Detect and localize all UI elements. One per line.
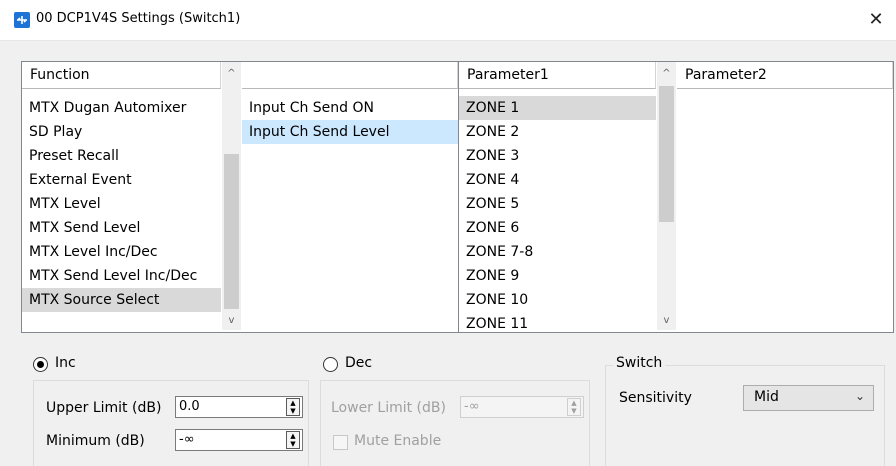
spin-buttons[interactable]: ▲ ▼ <box>567 398 581 416</box>
parameter1-item-selected[interactable]: ZONE 1 <box>459 96 656 120</box>
chevron-down-icon[interactable]: ⌄ <box>855 389 865 403</box>
parameter1-scrollbar[interactable]: ^ v <box>657 62 676 330</box>
sub-item-selected[interactable]: Input Ch Send Level <box>242 120 458 144</box>
parameter1-item[interactable]: ZONE 10 <box>459 288 656 312</box>
switch-group <box>605 365 885 466</box>
spin-buttons[interactable]: ▲ ▼ <box>286 431 300 449</box>
sensitivity-select[interactable]: Mid ⌄ <box>743 385 874 411</box>
dec-radio[interactable] <box>323 357 338 372</box>
upper-limit-value[interactable]: 0.0 <box>179 399 200 414</box>
sensitivity-value[interactable]: Mid <box>754 389 779 405</box>
minimum-value[interactable]: -∞ <box>179 432 195 447</box>
spin-down-icon[interactable]: ▼ <box>287 440 299 448</box>
scroll-down-icon[interactable]: v <box>223 312 240 329</box>
mute-enable-checkbox[interactable] <box>333 435 348 450</box>
parameter1-item[interactable]: ZONE 9 <box>459 264 656 288</box>
function-scrollbar[interactable]: ^ v <box>222 62 241 330</box>
dec-group <box>320 380 590 466</box>
switch-group-label: Switch <box>613 355 666 371</box>
function-list-panel: Function MTX Dugan Automixer SD Play Pre… <box>21 61 243 333</box>
mute-enable-label[interactable]: Mute Enable <box>354 433 441 449</box>
lower-limit-spinbox[interactable]: -∞ ▲ ▼ <box>460 396 584 418</box>
scroll-up-icon[interactable]: ^ <box>223 65 240 82</box>
upper-limit-label: Upper Limit (dB) <box>46 400 162 416</box>
function-item[interactable]: MTX Dugan Automixer <box>22 96 221 120</box>
minimum-spinbox[interactable]: -∞ ▲ ▼ <box>175 429 303 451</box>
scroll-down-icon[interactable]: v <box>658 312 675 329</box>
sub-function-panel: Input Ch Send ON Input Ch Send Level <box>242 61 459 333</box>
parameter1-item[interactable]: ZONE 2 <box>459 120 656 144</box>
spin-down-icon[interactable]: ▼ <box>568 407 580 415</box>
app-icon <box>14 12 30 28</box>
spin-up-icon[interactable]: ▲ <box>568 399 580 407</box>
scrollbar-thumb[interactable] <box>659 86 674 222</box>
scroll-up-icon[interactable]: ^ <box>658 65 675 82</box>
lower-limit-value[interactable]: -∞ <box>464 399 480 414</box>
function-item[interactable]: MTX Send Level <box>22 216 221 240</box>
parameter2-column-header[interactable]: Parameter2 <box>677 62 893 89</box>
spin-up-icon[interactable]: ▲ <box>287 432 299 440</box>
parameter1-item[interactable]: ZONE 7-8 <box>459 240 656 264</box>
inc-group <box>33 380 309 466</box>
sub-item[interactable]: Input Ch Send ON <box>242 96 458 120</box>
parameter1-item[interactable]: ZONE 3 <box>459 144 656 168</box>
function-item[interactable]: MTX Level <box>22 192 221 216</box>
lower-limit-label: Lower Limit (dB) <box>331 400 446 416</box>
function-item[interactable]: MTX Level Inc/Dec <box>22 240 221 264</box>
window-title: 00 DCP1V4S Settings (Switch1) <box>36 11 241 26</box>
function-item[interactable]: SD Play <box>22 120 221 144</box>
spin-up-icon[interactable]: ▲ <box>287 399 299 407</box>
parameter1-item[interactable]: ZONE 5 <box>459 192 656 216</box>
radio-dot <box>37 361 44 368</box>
function-column-header[interactable]: Function <box>22 62 221 89</box>
spin-down-icon[interactable]: ▼ <box>287 407 299 415</box>
close-icon[interactable]: ✕ <box>856 0 896 40</box>
scrollbar-thumb[interactable] <box>224 154 239 309</box>
function-item[interactable]: MTX Send Level Inc/Dec <box>22 264 221 288</box>
inc-label[interactable]: Inc <box>55 355 76 371</box>
inc-radio[interactable] <box>33 357 48 372</box>
parameter1-item[interactable]: ZONE 4 <box>459 168 656 192</box>
minimum-label: Minimum (dB) <box>46 433 145 449</box>
function-item[interactable]: External Event <box>22 168 221 192</box>
sensitivity-label: Sensitivity <box>619 390 692 406</box>
sub-column-header[interactable] <box>242 62 458 89</box>
upper-limit-spinbox[interactable]: 0.0 ▲ ▼ <box>175 396 303 418</box>
dec-label[interactable]: Dec <box>345 355 372 371</box>
function-item[interactable]: Preset Recall <box>22 144 221 168</box>
parameter2-panel: Parameter2 <box>677 61 894 333</box>
spin-buttons[interactable]: ▲ ▼ <box>286 398 300 416</box>
parameter1-item[interactable]: ZONE 6 <box>459 216 656 240</box>
parameter1-item[interactable]: ZONE 11 <box>459 312 656 336</box>
parameter1-column-header[interactable]: Parameter1 <box>459 62 656 89</box>
parameter1-panel: Parameter1 ZONE 1 ZONE 2 ZONE 3 ZONE 4 Z… <box>458 61 678 333</box>
function-item-selected[interactable]: MTX Source Select <box>22 288 221 312</box>
title-bar: 00 DCP1V4S Settings (Switch1) ✕ <box>0 0 896 41</box>
